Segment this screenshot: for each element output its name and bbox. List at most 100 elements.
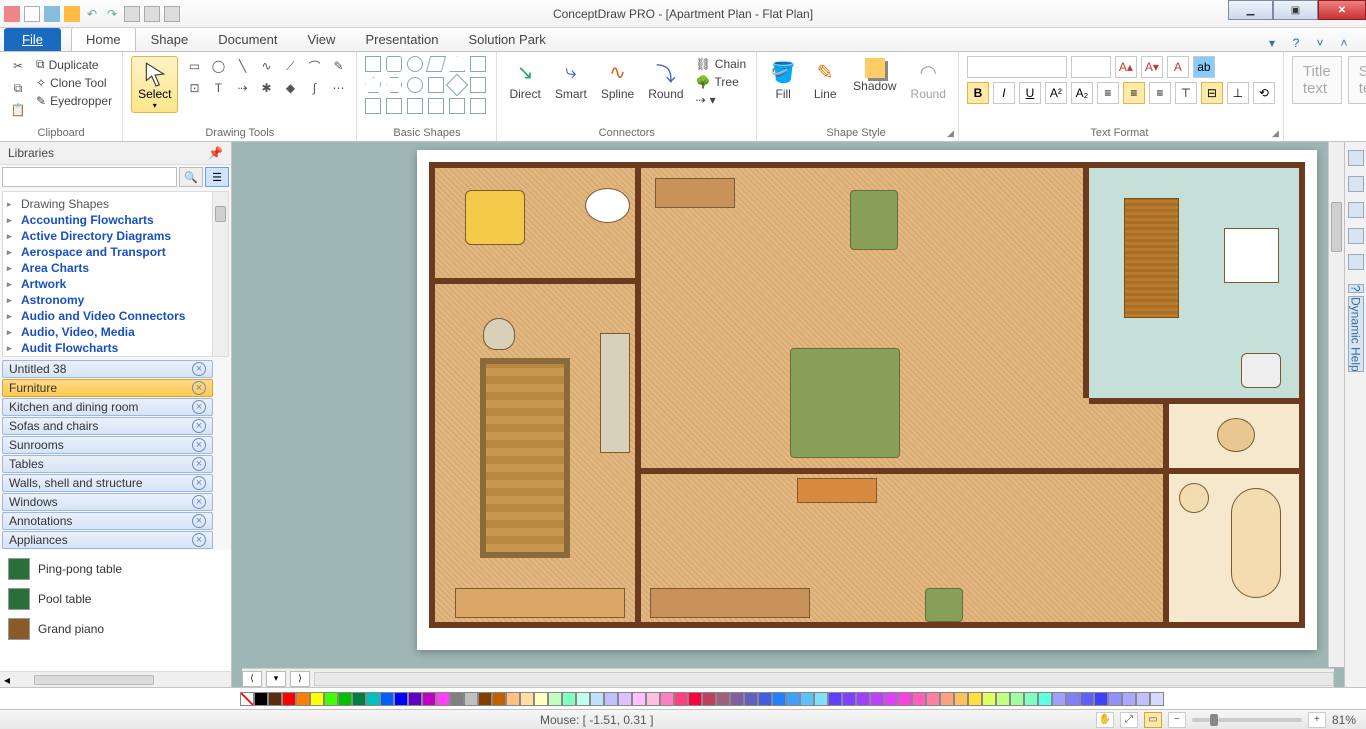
color-swatch[interactable] bbox=[506, 692, 520, 706]
armchair2[interactable] bbox=[850, 190, 898, 250]
color-swatch[interactable] bbox=[478, 692, 492, 706]
tree-item[interactable]: Audit Flowcharts bbox=[21, 340, 222, 356]
color-swatch[interactable] bbox=[856, 692, 870, 706]
duplicate-button[interactable]: ⧉Duplicate bbox=[34, 56, 114, 73]
toilet[interactable] bbox=[1217, 418, 1255, 452]
sidebar-tool-2[interactable] bbox=[1348, 176, 1364, 192]
zoom-slider[interactable] bbox=[1192, 718, 1302, 722]
align-right-button[interactable]: ≡ bbox=[1149, 82, 1171, 104]
library-row[interactable]: Windows× bbox=[2, 493, 213, 511]
connector-options[interactable]: ⇢▾ bbox=[694, 92, 749, 108]
edit-points-tool[interactable]: ⊡ bbox=[184, 78, 204, 98]
color-swatch[interactable] bbox=[828, 692, 842, 706]
color-swatch[interactable] bbox=[884, 692, 898, 706]
tree-connector[interactable]: 🌳Tree bbox=[694, 74, 749, 90]
color-swatch[interactable] bbox=[324, 692, 338, 706]
color-swatch[interactable] bbox=[982, 692, 996, 706]
collapse-ribbon-icon[interactable]: ˅ bbox=[1312, 35, 1328, 51]
node-tool[interactable]: ◆ bbox=[280, 78, 300, 98]
library-row[interactable]: Walls, shell and structure× bbox=[2, 474, 213, 492]
align-center-button[interactable]: ≡ bbox=[1123, 82, 1145, 104]
tree-item[interactable]: Astronomy bbox=[21, 292, 222, 308]
library-row[interactable]: Kitchen and dining room× bbox=[2, 398, 213, 416]
shape-item[interactable]: Pool table bbox=[2, 584, 229, 614]
color-swatch[interactable] bbox=[730, 692, 744, 706]
panel-hscroll[interactable]: ◂ bbox=[0, 671, 231, 687]
color-swatch[interactable] bbox=[786, 692, 800, 706]
color-swatch[interactable] bbox=[912, 692, 926, 706]
dynamic-help-tab[interactable]: ? Dynamic Help bbox=[1349, 280, 1363, 376]
color-swatch[interactable] bbox=[618, 692, 632, 706]
dialog-launcher-icon[interactable]: ◢ bbox=[1272, 128, 1279, 139]
direct-connector[interactable]: ↘Direct bbox=[505, 56, 544, 103]
color-swatch[interactable] bbox=[1010, 692, 1024, 706]
help-icon[interactable]: ? bbox=[1288, 35, 1304, 51]
zoom-out-button[interactable]: − bbox=[1168, 712, 1186, 728]
pan-mode-icon[interactable]: ✋ bbox=[1096, 712, 1114, 728]
coffee-table[interactable] bbox=[797, 478, 877, 503]
basin[interactable] bbox=[1179, 483, 1209, 513]
color-swatch[interactable] bbox=[352, 692, 366, 706]
highlight-icon[interactable]: ab bbox=[1193, 56, 1215, 78]
canvas-area[interactable]: ⟨ ▾ ⟩ bbox=[232, 142, 1344, 687]
qat-icon[interactable] bbox=[4, 6, 20, 22]
zoom-window-icon[interactable]: ⤢ bbox=[1120, 712, 1138, 728]
maximize-button[interactable] bbox=[1273, 0, 1318, 20]
connector-tool[interactable]: ⇢ bbox=[232, 78, 252, 98]
tree-item[interactable]: Area Charts bbox=[21, 260, 222, 276]
italic-button[interactable]: I bbox=[993, 82, 1015, 104]
color-swatch[interactable] bbox=[1066, 692, 1080, 706]
color-swatch[interactable] bbox=[940, 692, 954, 706]
sideboard[interactable] bbox=[655, 178, 735, 208]
tree-view-button[interactable]: ☰ bbox=[205, 167, 229, 187]
round-button[interactable]: ◠Round bbox=[907, 56, 950, 103]
oval-table[interactable] bbox=[585, 188, 630, 223]
close-library-icon[interactable]: × bbox=[192, 400, 206, 414]
tab-document[interactable]: Document bbox=[203, 27, 292, 51]
spline-connector[interactable]: ∿Spline bbox=[597, 56, 638, 103]
color-swatch[interactable] bbox=[898, 692, 912, 706]
superscript-button[interactable]: A² bbox=[1045, 82, 1067, 104]
library-row[interactable]: Tables× bbox=[2, 455, 213, 473]
close-library-icon[interactable]: × bbox=[192, 533, 206, 547]
close-button[interactable] bbox=[1318, 0, 1366, 20]
cabinet-bottom2[interactable] bbox=[455, 588, 625, 618]
drawing-page[interactable] bbox=[417, 150, 1317, 650]
color-swatch[interactable] bbox=[338, 692, 352, 706]
color-swatch[interactable] bbox=[1080, 692, 1094, 706]
color-swatch[interactable] bbox=[688, 692, 702, 706]
rect-tool[interactable]: ▭ bbox=[184, 56, 204, 76]
color-swatch[interactable] bbox=[436, 692, 450, 706]
color-swatch[interactable] bbox=[1052, 692, 1066, 706]
color-swatch[interactable] bbox=[548, 692, 562, 706]
shrink-font-icon[interactable]: A▾ bbox=[1141, 56, 1163, 78]
sidebar-tool-4[interactable] bbox=[1348, 228, 1364, 244]
align-top-button[interactable]: ⊤ bbox=[1175, 82, 1197, 104]
ellipse-tool[interactable]: ◯ bbox=[208, 56, 228, 76]
color-swatch[interactable] bbox=[310, 692, 324, 706]
color-swatch[interactable] bbox=[254, 692, 268, 706]
shape-item[interactable]: Grand piano bbox=[2, 614, 229, 644]
color-swatch[interactable] bbox=[604, 692, 618, 706]
color-swatch[interactable] bbox=[814, 692, 828, 706]
color-swatch[interactable] bbox=[772, 692, 786, 706]
color-swatch[interactable] bbox=[632, 692, 646, 706]
color-swatch[interactable] bbox=[716, 692, 730, 706]
chair-bottom[interactable] bbox=[925, 588, 963, 622]
eyedropper-button[interactable]: ✎Eyedropper bbox=[34, 93, 114, 109]
library-row[interactable]: Sofas and chairs× bbox=[2, 417, 213, 435]
library-row[interactable]: Furniture× bbox=[2, 379, 213, 397]
no-color-swatch[interactable] bbox=[240, 692, 254, 706]
color-swatch[interactable] bbox=[590, 692, 604, 706]
subscript-button[interactable]: A₂ bbox=[1071, 82, 1093, 104]
close-library-icon[interactable]: × bbox=[192, 438, 206, 452]
align-middle-button[interactable]: ⊟ bbox=[1201, 82, 1223, 104]
color-swatch[interactable] bbox=[1108, 692, 1122, 706]
sidebar-tool-3[interactable] bbox=[1348, 202, 1364, 218]
color-swatch[interactable] bbox=[282, 692, 296, 706]
library-row[interactable]: Untitled 38× bbox=[2, 360, 213, 378]
close-library-icon[interactable]: × bbox=[192, 476, 206, 490]
first-page-button[interactable]: ⟨ bbox=[242, 671, 262, 687]
underline-button[interactable]: U bbox=[1019, 82, 1041, 104]
sink[interactable] bbox=[1241, 353, 1281, 388]
